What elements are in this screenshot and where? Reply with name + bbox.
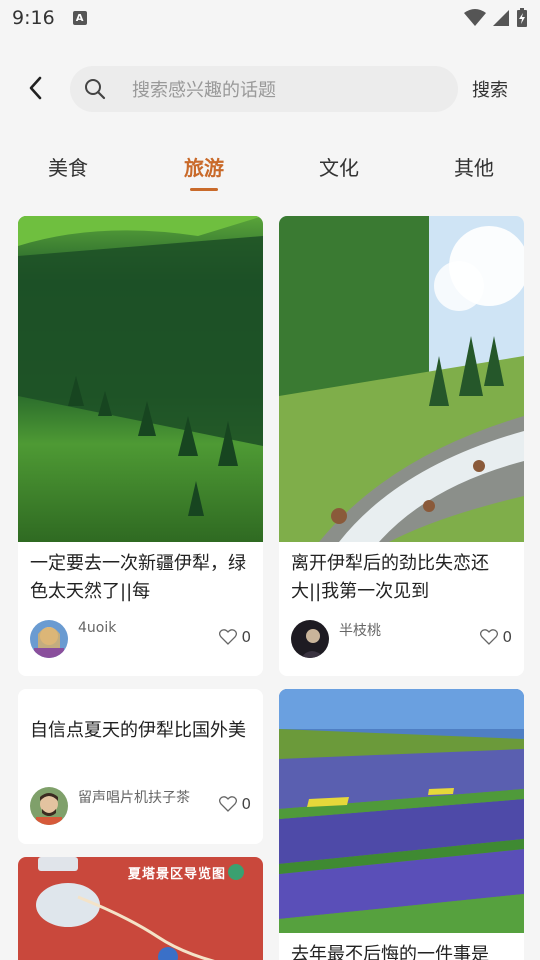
post-image xyxy=(18,216,263,542)
battery-icon xyxy=(517,8,527,27)
back-button[interactable] xyxy=(22,74,50,102)
author-name[interactable]: 留声唱片机扶子茶 xyxy=(78,787,190,807)
post-image xyxy=(279,216,524,542)
like-count: 0 xyxy=(502,628,512,646)
post-meta: 半枝桃 0 xyxy=(291,620,512,658)
post-title: 自信点夏天的伊犁比国外美 xyxy=(30,720,246,741)
like-count: 0 xyxy=(241,628,251,646)
avatar[interactable] xyxy=(291,620,329,658)
post-title: 一定要去一次新疆伊犁，绿色太天然了||每 xyxy=(30,553,246,602)
tab-other[interactable]: 其他 xyxy=(434,152,514,181)
category-tabs: 美食 旅游 文化 其他 xyxy=(0,148,540,196)
author-name[interactable]: 半枝桃 xyxy=(339,620,381,640)
like-count: 0 xyxy=(241,795,251,813)
tab-travel[interactable]: 旅游 xyxy=(164,152,244,181)
chevron-left-icon xyxy=(29,76,42,100)
signal-icon xyxy=(493,10,509,26)
tab-culture[interactable]: 文化 xyxy=(299,152,379,181)
like-button[interactable]: 0 xyxy=(219,795,251,813)
avatar[interactable] xyxy=(30,620,68,658)
author-name[interactable]: 4uoik xyxy=(78,620,116,636)
status-time: 9:16 xyxy=(12,7,55,29)
post-card[interactable]: 离开伊犁后的劲比失恋还大||我第一次见到 半枝桃 0 xyxy=(279,216,524,676)
notification-icon: A xyxy=(72,11,87,25)
search-placeholder: 搜索感兴趣的话题 xyxy=(132,80,276,101)
post-card[interactable]: 去年最不后悔的一件事是 xyxy=(279,689,524,960)
heart-icon xyxy=(480,629,499,645)
like-button[interactable]: 0 xyxy=(219,628,251,646)
post-meta: 留声唱片机扶子茶 0 xyxy=(30,787,251,825)
top-bar: 搜索感兴趣的话题 搜索 xyxy=(0,64,540,112)
post-title: 离开伊犁后的劲比失恋还大||我第一次见到 xyxy=(291,553,489,602)
tab-indicator xyxy=(190,188,218,191)
wifi-icon xyxy=(464,9,486,26)
post-meta: 4uoik 0 xyxy=(30,620,251,658)
post-image xyxy=(279,689,524,933)
map-title: 夏塔景区导览图 xyxy=(128,867,227,882)
tab-food[interactable]: 美食 xyxy=(28,152,108,181)
avatar[interactable] xyxy=(30,787,68,825)
heart-icon xyxy=(219,629,238,645)
status-bar: 9:16 A xyxy=(0,0,540,36)
post-card[interactable]: 自信点夏天的伊犁比国外美 留声唱片机扶子茶 0 xyxy=(18,689,263,844)
post-card[interactable]: 一定要去一次新疆伊犁，绿色太天然了||每 4uoik 0 xyxy=(18,216,263,676)
post-title: 去年最不后悔的一件事是 xyxy=(291,944,489,960)
like-button[interactable]: 0 xyxy=(480,628,512,646)
search-input[interactable]: 搜索感兴趣的话题 xyxy=(70,66,458,112)
heart-icon xyxy=(219,796,238,812)
search-button[interactable]: 搜索 xyxy=(472,76,508,102)
search-icon xyxy=(84,78,106,100)
post-card[interactable]: 夏塔景区导览图 xyxy=(18,857,263,960)
